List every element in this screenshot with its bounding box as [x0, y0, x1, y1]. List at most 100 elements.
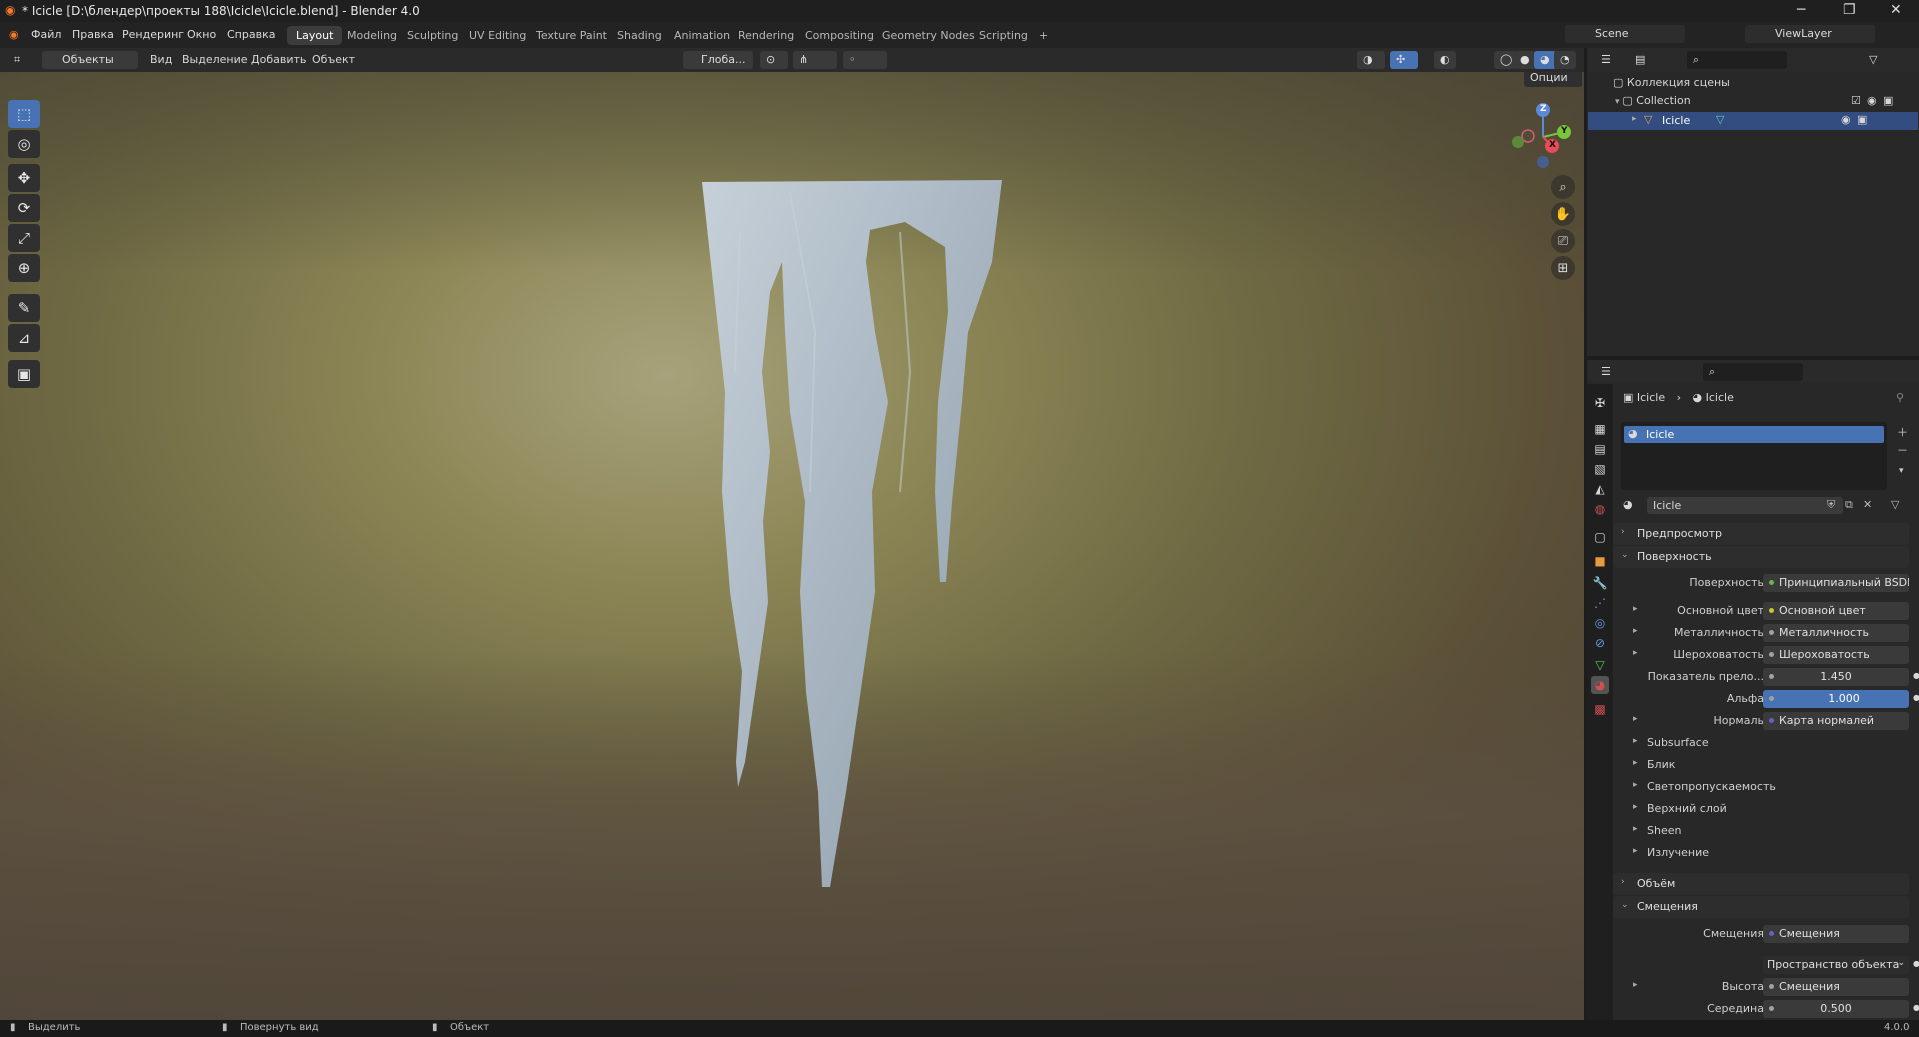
- collection-tab-icon[interactable]: ▢: [1591, 528, 1609, 546]
- material-tab-icon[interactable]: ◕: [1591, 676, 1609, 694]
- tool-tab-icon[interactable]: ✠: [1591, 394, 1609, 412]
- properties-search-input[interactable]: ⌕: [1703, 363, 1803, 381]
- subpanel-sheen[interactable]: ▸ Sheen: [1613, 821, 1919, 841]
- proportional-edit-icon[interactable]: ◦: [843, 51, 887, 69]
- maximize-button[interactable]: ❐: [1843, 2, 1856, 18]
- wireframe-shading-icon[interactable]: ◯: [1494, 51, 1516, 69]
- editor-type-icon[interactable]: ⌗: [8, 51, 36, 69]
- breadcrumb-material[interactable]: Icicle: [1706, 391, 1734, 404]
- breadcrumb-object[interactable]: Icicle: [1637, 391, 1665, 404]
- tab-modeling[interactable]: Modeling: [338, 26, 406, 45]
- solid-shading-icon[interactable]: ●: [1514, 51, 1536, 69]
- menu-help[interactable]: Справка: [227, 28, 275, 41]
- volume-panel[interactable]: › Объём: [1613, 873, 1909, 895]
- camera-icon[interactable]: ⎚: [1551, 229, 1575, 253]
- properties-editor-icon[interactable]: ☰: [1595, 363, 1623, 381]
- menu-view[interactable]: Вид: [150, 53, 172, 66]
- visibility-icon[interactable]: ◑: [1357, 51, 1385, 69]
- midlevel-field[interactable]: 0.500: [1763, 1000, 1909, 1018]
- roughness-field[interactable]: Шероховатость: [1763, 646, 1909, 664]
- ior-field[interactable]: 1.450: [1763, 668, 1909, 686]
- subpanel-specular[interactable]: ▸ Блик: [1613, 755, 1919, 775]
- scene-selector[interactable]: Scene: [1565, 25, 1685, 43]
- object-row-icicle[interactable]: ▸ ▽ Icicle ▽ ◉ ▣: [1588, 112, 1918, 130]
- minimize-button[interactable]: ─: [1797, 2, 1805, 18]
- display-mode-icon[interactable]: ▤: [1629, 51, 1657, 69]
- displacement-panel[interactable]: ⌄ Смещения: [1613, 896, 1909, 918]
- tab-uv-editing[interactable]: UV Editing: [460, 26, 535, 45]
- outliner-search-input[interactable]: ⌕: [1687, 51, 1787, 69]
- expand-arrow-icon[interactable]: ▸: [1633, 980, 1638, 990]
- expand-arrow-icon[interactable]: ▸: [1633, 626, 1638, 636]
- base-color-field[interactable]: Основной цвет: [1763, 602, 1909, 620]
- browse-material-icon[interactable]: ◕: [1623, 498, 1633, 511]
- menu-add[interactable]: Добавить: [251, 53, 306, 66]
- zoom-icon[interactable]: ⌕: [1551, 175, 1575, 199]
- render-camera-icon[interactable]: ▣: [1883, 94, 1893, 107]
- surface-panel[interactable]: ⌄ Поверхность: [1613, 546, 1909, 568]
- expand-arrow-icon[interactable]: ▸: [1633, 604, 1638, 614]
- subpanel-coat[interactable]: ▸ Верхний слой: [1613, 799, 1919, 819]
- scene-tab-icon[interactable]: ◭: [1591, 480, 1609, 498]
- eye-icon[interactable]: ◉: [1867, 94, 1877, 107]
- viewlayer-selector[interactable]: ViewLayer: [1745, 25, 1875, 43]
- checkbox-icon[interactable]: ☑: [1851, 94, 1861, 107]
- preview-panel[interactable]: › Предпросмотр: [1613, 523, 1909, 545]
- output-tab-icon[interactable]: ▤: [1591, 440, 1609, 458]
- alpha-field[interactable]: 1.000: [1763, 690, 1909, 708]
- tab-layout[interactable]: Layout: [287, 26, 343, 45]
- expand-arrow-icon[interactable]: ▸: [1633, 648, 1638, 658]
- render-tab-icon[interactable]: ▦: [1591, 420, 1609, 438]
- tab-scripting[interactable]: Scripting: [970, 26, 1037, 45]
- mesh-data-icon[interactable]: ▽: [1716, 113, 1724, 126]
- remove-slot-icon[interactable]: －: [1897, 442, 1908, 458]
- close-button[interactable]: ✕: [1890, 2, 1902, 18]
- outliner-editor-icon[interactable]: ☰: [1595, 51, 1623, 69]
- tab-sculpting[interactable]: Sculpting: [398, 26, 467, 45]
- menu-render[interactable]: Рендеринг: [122, 28, 184, 41]
- gizmo-icon[interactable]: ✣: [1390, 51, 1418, 69]
- tab-shading[interactable]: Shading: [608, 26, 671, 45]
- subpanel-emission[interactable]: ▸ Излучение: [1613, 843, 1919, 863]
- scene-collection-row[interactable]: ▢ Коллекция сцены: [1613, 76, 1730, 89]
- mesh-data-tab-icon[interactable]: ▽: [1591, 656, 1609, 674]
- slot-specials-icon[interactable]: ▾: [1899, 466, 1904, 476]
- displacement-field[interactable]: Смещения: [1763, 925, 1909, 943]
- menu-file[interactable]: Файл: [31, 28, 61, 41]
- add-slot-icon[interactable]: ＋: [1897, 424, 1908, 440]
- surface-shader-field[interactable]: Принципиальный BSDF: [1763, 574, 1909, 592]
- tab-geometry-nodes[interactable]: Geometry Nodes: [873, 26, 984, 45]
- navigation-gizmo[interactable]: Z Y X: [1508, 102, 1578, 172]
- pan-hand-icon[interactable]: ✋: [1551, 202, 1575, 226]
- filter-icon[interactable]: ▽: [1863, 51, 1889, 69]
- mode-selector[interactable]: Объекты: [42, 51, 138, 69]
- rendered-shading-icon[interactable]: ◔: [1554, 51, 1576, 69]
- unlink-icon[interactable]: ✕: [1863, 498, 1872, 511]
- space-dropdown[interactable]: Пространство объекта ⌄: [1763, 956, 1909, 974]
- snap-icon[interactable]: ⋔: [793, 51, 837, 69]
- menu-edit[interactable]: Правка: [72, 28, 114, 41]
- menu-select[interactable]: Выделение: [182, 53, 248, 66]
- pivot-icon[interactable]: ⊙: [760, 51, 788, 69]
- material-name-field[interactable]: Icicle: [1647, 497, 1843, 514]
- add-workspace-button[interactable]: +: [1030, 26, 1057, 45]
- duplicate-icon[interactable]: ⧉: [1845, 498, 1853, 512]
- expand-arrow-icon[interactable]: ▸: [1633, 714, 1638, 724]
- collection-row[interactable]: ▾ ▢ Collection ☑ ◉ ▣: [1615, 94, 1915, 107]
- particles-tab-icon[interactable]: ⋰: [1591, 594, 1609, 612]
- keyframe-dot-icon[interactable]: ●: [1913, 1003, 1919, 1012]
- material-shading-icon[interactable]: ◕: [1534, 51, 1556, 69]
- material-slot-row[interactable]: ◕ Icicle: [1624, 426, 1884, 443]
- constraints-tab-icon[interactable]: ⊘: [1591, 634, 1609, 652]
- subpanel-subsurface[interactable]: ▸ Subsurface: [1613, 733, 1919, 753]
- object-tab-icon[interactable]: ■: [1591, 552, 1609, 570]
- tab-rendering[interactable]: Rendering: [729, 26, 803, 45]
- physics-tab-icon[interactable]: ◎: [1591, 614, 1609, 632]
- keyframe-dot-icon[interactable]: ●: [1913, 671, 1919, 680]
- keyframe-dot-icon[interactable]: ●: [1913, 959, 1919, 968]
- tab-animation[interactable]: Animation: [665, 26, 739, 45]
- render-camera-icon[interactable]: ▣: [1857, 113, 1867, 126]
- fake-user-icon[interactable]: ⛨: [1827, 498, 1835, 512]
- texture-tab-icon[interactable]: ▩: [1591, 700, 1609, 718]
- 3d-viewport[interactable]: Опции ⬚ ◎ ✥ ⟳ ⤢ ⊕ ✎ ⊿ ▣ Z Y X ⌕ ✋ ⎚ ⊞: [0, 72, 1584, 1020]
